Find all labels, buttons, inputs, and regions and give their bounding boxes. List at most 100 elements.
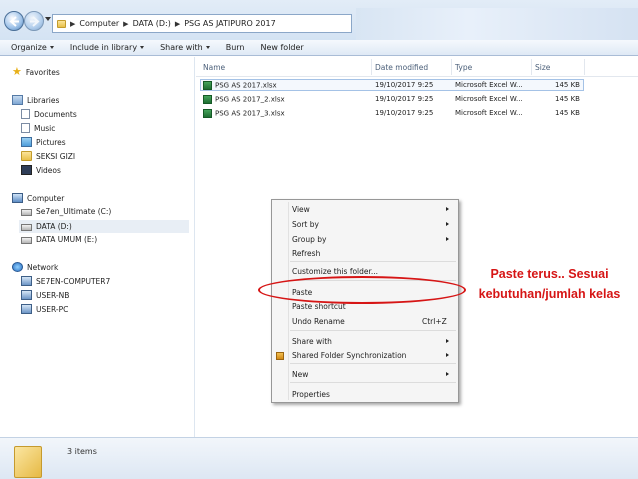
share-with-button[interactable]: Share with — [160, 43, 210, 52]
sync-folder-icon — [276, 352, 284, 360]
file-date: 19/10/2017 9:25 — [375, 81, 434, 89]
sidebar-item-label: Network — [27, 262, 59, 272]
menu-item-group-by[interactable]: Group by — [292, 235, 449, 244]
breadcrumb[interactable]: ▶ Computer ▶ DATA (D:) ▶ PSG AS JATIPURO… — [52, 14, 352, 33]
network-computer-icon — [21, 290, 32, 300]
file-size: 145 KB — [555, 81, 580, 89]
details-pane: 3 items — [0, 437, 638, 479]
excel-file-icon — [203, 109, 212, 118]
menu-item-new[interactable]: New — [292, 370, 449, 379]
sidebar-item-user-pc[interactable]: USER-PC — [21, 304, 68, 314]
menu-item-view[interactable]: View — [292, 205, 449, 214]
file-name: PSG AS 2017_3.xlsx — [203, 109, 285, 118]
menu-separator — [290, 330, 456, 331]
breadcrumb-data-d[interactable]: DATA (D:) — [133, 19, 171, 28]
file-name: PSG AS 2017_2.xlsx — [203, 95, 285, 104]
sidebar-item-label: Documents — [34, 109, 77, 119]
chevron-down-icon — [140, 46, 145, 49]
include-in-library-button[interactable]: Include in library — [70, 43, 145, 52]
burn-button[interactable]: Burn — [226, 43, 245, 52]
file-size: 145 KB — [555, 95, 580, 103]
file-date: 19/10/2017 9:25 — [375, 95, 434, 103]
file-name-text: PSG AS 2017_2.xlsx — [215, 95, 285, 104]
menu-item-refresh[interactable]: Refresh — [292, 249, 320, 258]
submenu-arrow-icon — [446, 207, 449, 211]
sidebar-item-pictures[interactable]: Pictures — [21, 137, 66, 147]
annotation-text: Paste terus.. Sesuai kebutuhan/jumlah ke… — [461, 264, 638, 304]
drive-icon — [21, 237, 32, 244]
command-toolbar: Organize Include in library Share with B… — [0, 40, 638, 56]
breadcrumb-current-folder[interactable]: PSG AS JATIPURO 2017 — [184, 19, 276, 28]
share-label: Share with — [160, 43, 203, 52]
file-type: Microsoft Excel W... — [455, 95, 523, 103]
submenu-arrow-icon — [446, 222, 449, 226]
sidebar-item-label: USER-PC — [36, 304, 69, 314]
sidebar-item-drive-c[interactable]: Se7en_Ultimate (C:) — [21, 207, 111, 216]
chevron-down-icon — [49, 46, 54, 49]
column-header-size[interactable]: Size — [535, 63, 550, 72]
file-name-text: PSG AS 2017_3.xlsx — [215, 109, 285, 118]
submenu-arrow-icon — [446, 237, 449, 241]
column-header-date[interactable]: Date modified — [375, 63, 428, 72]
organize-button[interactable]: Organize — [11, 43, 54, 52]
sidebar-item-drive-e[interactable]: DATA UMUM (E:) — [21, 235, 97, 244]
breadcrumb-separator-icon[interactable]: ▶ — [123, 20, 128, 28]
sidebar-item-network[interactable]: Network — [12, 262, 58, 272]
file-name: PSG AS 2017.xlsx — [203, 81, 277, 90]
sidebar-item-label: Libraries — [27, 95, 60, 105]
sidebar-item-label: Computer — [27, 193, 65, 203]
video-icon — [21, 165, 32, 175]
menu-item-share-with[interactable]: Share with — [292, 337, 449, 346]
menu-item-label: New — [292, 370, 309, 379]
submenu-arrow-icon — [446, 372, 449, 376]
sidebar-item-seksi-gizi[interactable]: SEKSI GIZI — [21, 151, 75, 161]
column-header-row: Name Date modified Type Size — [196, 57, 638, 77]
forward-button[interactable] — [24, 11, 44, 31]
sidebar-item-label: SE7EN-COMPUTER7 — [36, 276, 111, 286]
column-header-type[interactable]: Type — [455, 63, 472, 72]
sidebar-item-favorites[interactable]: ★ Favorites — [12, 65, 60, 78]
sidebar-item-documents[interactable]: Documents — [21, 109, 77, 119]
annotation-line-1: Paste terus.. Sesuai — [490, 267, 609, 281]
new-folder-button[interactable]: New folder — [260, 43, 303, 52]
submenu-arrow-icon — [446, 339, 449, 343]
column-divider[interactable] — [451, 59, 452, 75]
annotation-line-2: kebutuhan/jumlah kelas — [478, 287, 621, 301]
music-icon — [21, 123, 30, 133]
column-divider[interactable] — [371, 59, 372, 75]
sidebar-item-se7en-computer7[interactable]: SE7EN-COMPUTER7 — [21, 276, 110, 286]
menu-item-label: Group by — [292, 235, 327, 244]
breadcrumb-separator-icon[interactable]: ▶ — [175, 20, 180, 28]
column-header-name[interactable]: Name — [203, 63, 225, 72]
sidebar-item-user-nb[interactable]: USER-NB — [21, 290, 69, 300]
star-icon: ★ — [12, 65, 22, 78]
drive-icon — [21, 224, 32, 231]
sidebar-item-drive-d[interactable]: DATA (D:) — [19, 220, 189, 233]
sidebar-item-label: SEKSI GIZI — [36, 151, 76, 161]
menu-item-label: View — [292, 205, 310, 214]
sidebar-item-music[interactable]: Music — [21, 123, 55, 133]
menu-item-shared-folder-sync[interactable]: Shared Folder Synchronization — [292, 351, 449, 360]
menu-item-sort-by[interactable]: Sort by — [292, 220, 449, 229]
breadcrumb-separator-icon[interactable]: ▶ — [70, 20, 75, 28]
sidebar-item-videos[interactable]: Videos — [21, 165, 61, 175]
menu-item-undo-rename[interactable]: Undo Rename Ctrl+Z — [292, 317, 452, 326]
column-divider[interactable] — [584, 59, 585, 75]
forward-arrow-icon — [30, 16, 40, 27]
file-row[interactable]: PSG AS 2017_2.xlsx 19/10/2017 9:25 Micro… — [200, 94, 584, 106]
menu-item-label: Sort by — [292, 220, 319, 229]
library-icon — [12, 95, 23, 105]
column-divider[interactable] — [531, 59, 532, 75]
breadcrumb-computer[interactable]: Computer — [79, 19, 119, 28]
menu-shortcut-text: Ctrl+Z — [422, 317, 447, 326]
menu-item-properties[interactable]: Properties — [292, 390, 330, 399]
recent-pages-dropdown[interactable] — [45, 17, 51, 21]
sidebar-item-computer[interactable]: Computer — [12, 193, 64, 203]
file-row[interactable]: PSG AS 2017_3.xlsx 19/10/2017 9:25 Micro… — [200, 108, 584, 120]
file-row[interactable]: PSG AS 2017.xlsx 19/10/2017 9:25 Microso… — [200, 79, 584, 91]
back-button[interactable] — [4, 11, 24, 31]
menu-item-label: Share with — [292, 337, 332, 346]
menu-item-customize-folder[interactable]: Customize this folder... — [292, 267, 378, 276]
menu-item-label: Undo Rename — [292, 317, 345, 326]
sidebar-item-libraries[interactable]: Libraries — [12, 95, 59, 105]
